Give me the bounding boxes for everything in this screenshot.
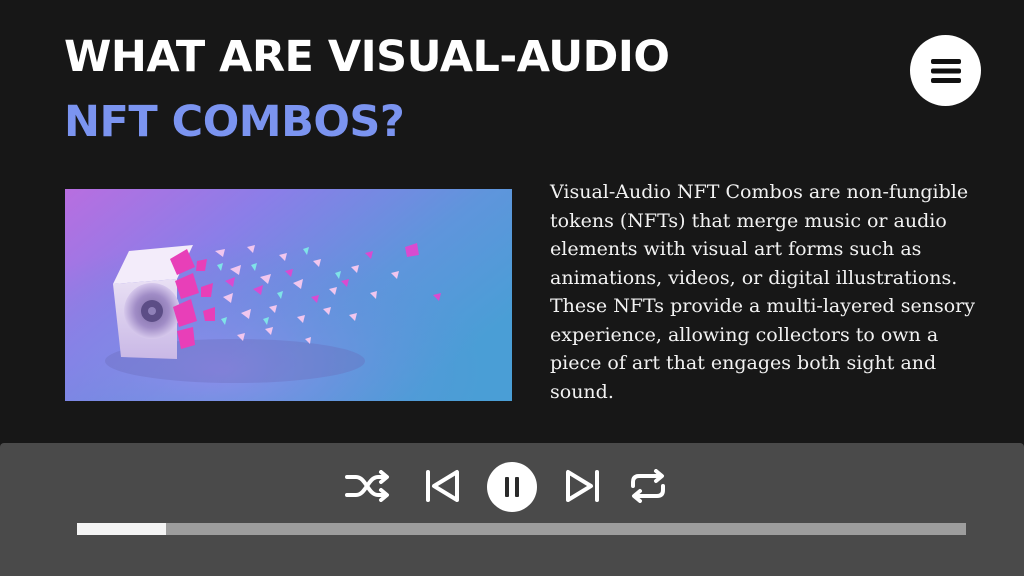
media-player: [0, 443, 1024, 576]
pause-icon: [505, 477, 519, 497]
slide-page: WHAT ARE VISUAL-AUDIO NFT COMBOS? Visual…: [0, 0, 1024, 576]
shuffle-icon: [345, 470, 389, 502]
repeat-button[interactable]: [627, 465, 669, 507]
description-text: Visual-Audio NFT Combos are non-fungible…: [550, 181, 975, 403]
hero-image: [65, 189, 512, 401]
page-title-line-1: WHAT ARE VISUAL-AUDIO: [64, 32, 670, 82]
next-track-icon: [566, 470, 599, 502]
page-title-line-2: NFT COMBOS?: [64, 97, 405, 147]
previous-track-icon: [426, 470, 459, 502]
previous-track-button[interactable]: [420, 465, 464, 507]
menu-button[interactable]: [910, 35, 981, 106]
pause-button[interactable]: [487, 462, 537, 512]
shuffle-button[interactable]: [341, 465, 395, 507]
progress-bar-fill: [77, 523, 166, 535]
repeat-icon: [631, 469, 665, 503]
next-track-button[interactable]: [561, 465, 605, 507]
progress-bar[interactable]: [77, 523, 966, 535]
hamburger-menu-icon: [930, 58, 961, 83]
